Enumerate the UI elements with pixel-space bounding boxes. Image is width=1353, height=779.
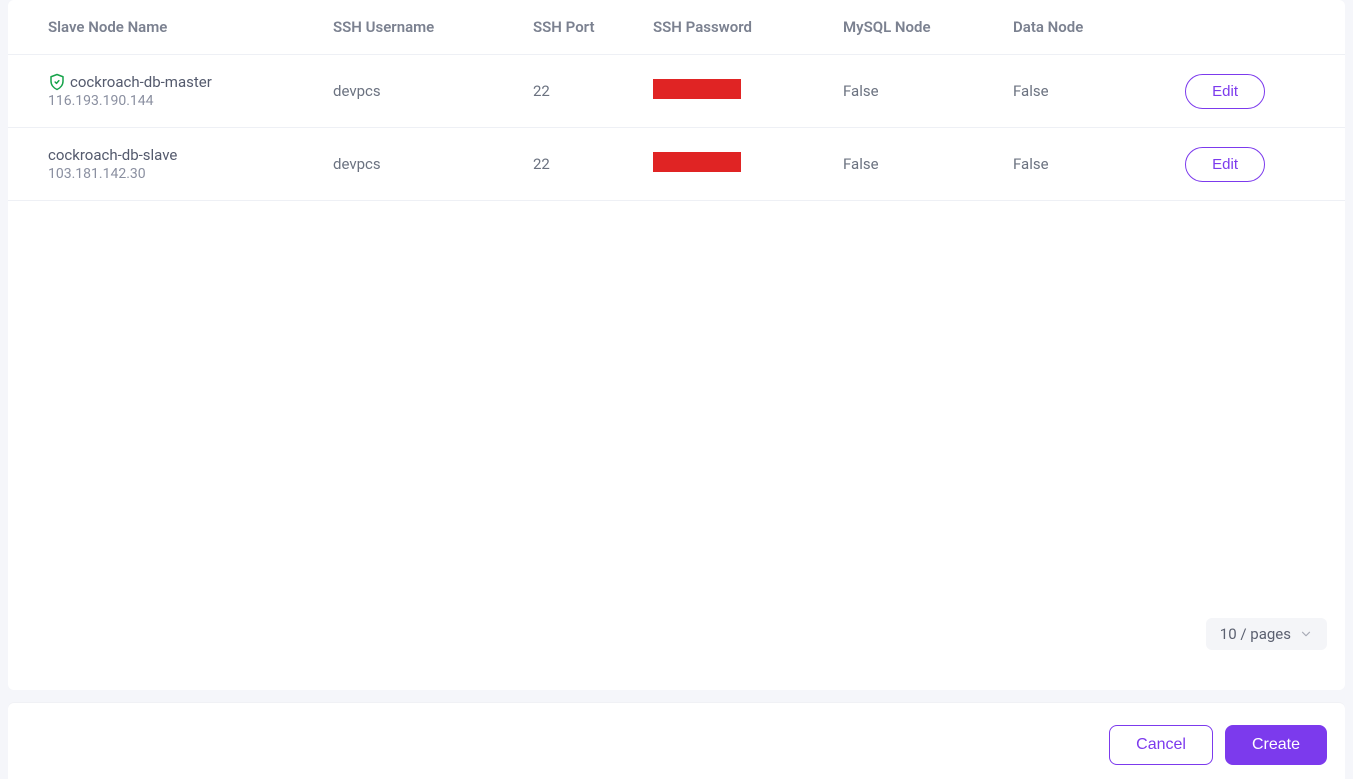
- cell-ssh-pass: [653, 55, 843, 128]
- cell-action: Edit: [1173, 128, 1345, 201]
- per-page-select[interactable]: 10 / pages: [1206, 618, 1327, 650]
- pagination-bar: 10 / pages: [1206, 618, 1327, 650]
- cell-ssh-port: 22: [533, 55, 653, 128]
- cell-data-node: False: [1013, 128, 1173, 201]
- cell-ssh-user: devpcs: [333, 55, 533, 128]
- cell-ssh-pass: [653, 128, 843, 201]
- cell-ssh-port: 22: [533, 128, 653, 201]
- password-redacted: [653, 79, 741, 99]
- chevron-down-icon: [1299, 627, 1313, 641]
- main-card: Slave Node Name SSH Username SSH Port SS…: [8, 0, 1345, 690]
- footer-actions: Cancel Create: [8, 703, 1345, 779]
- cancel-button[interactable]: Cancel: [1109, 725, 1213, 765]
- cell-mysql-node: False: [843, 55, 1013, 128]
- node-name-cell: cockroach-db-master 116.193.190.144: [48, 73, 323, 109]
- node-name: cockroach-db-master: [70, 73, 212, 91]
- cell-ssh-user: devpcs: [333, 128, 533, 201]
- node-ip: 116.193.190.144: [48, 93, 323, 109]
- cell-mysql-node: False: [843, 128, 1013, 201]
- per-page-label: 10 / pages: [1220, 625, 1291, 643]
- nodes-table: Slave Node Name SSH Username SSH Port SS…: [8, 0, 1345, 201]
- col-header-action: [1173, 0, 1345, 55]
- shield-icon: [48, 73, 66, 91]
- cell-data-node: False: [1013, 55, 1173, 128]
- col-header-mysql-node: MySQL Node: [843, 0, 1013, 55]
- edit-button[interactable]: Edit: [1185, 74, 1265, 109]
- node-name: cockroach-db-slave: [48, 146, 177, 164]
- create-button[interactable]: Create: [1225, 725, 1327, 765]
- node-name-cell: cockroach-db-slave 103.181.142.30: [48, 146, 323, 182]
- col-header-ssh-port: SSH Port: [533, 0, 653, 55]
- col-header-name: Slave Node Name: [8, 0, 333, 55]
- edit-button[interactable]: Edit: [1185, 147, 1265, 182]
- table-row: cockroach-db-master 116.193.190.144 devp…: [8, 55, 1345, 128]
- col-header-ssh-user: SSH Username: [333, 0, 533, 55]
- password-redacted: [653, 152, 741, 172]
- col-header-ssh-pass: SSH Password: [653, 0, 843, 55]
- node-ip: 103.181.142.30: [48, 166, 323, 182]
- table-row: cockroach-db-slave 103.181.142.30 devpcs…: [8, 128, 1345, 201]
- cell-action: Edit: [1173, 55, 1345, 128]
- col-header-data-node: Data Node: [1013, 0, 1173, 55]
